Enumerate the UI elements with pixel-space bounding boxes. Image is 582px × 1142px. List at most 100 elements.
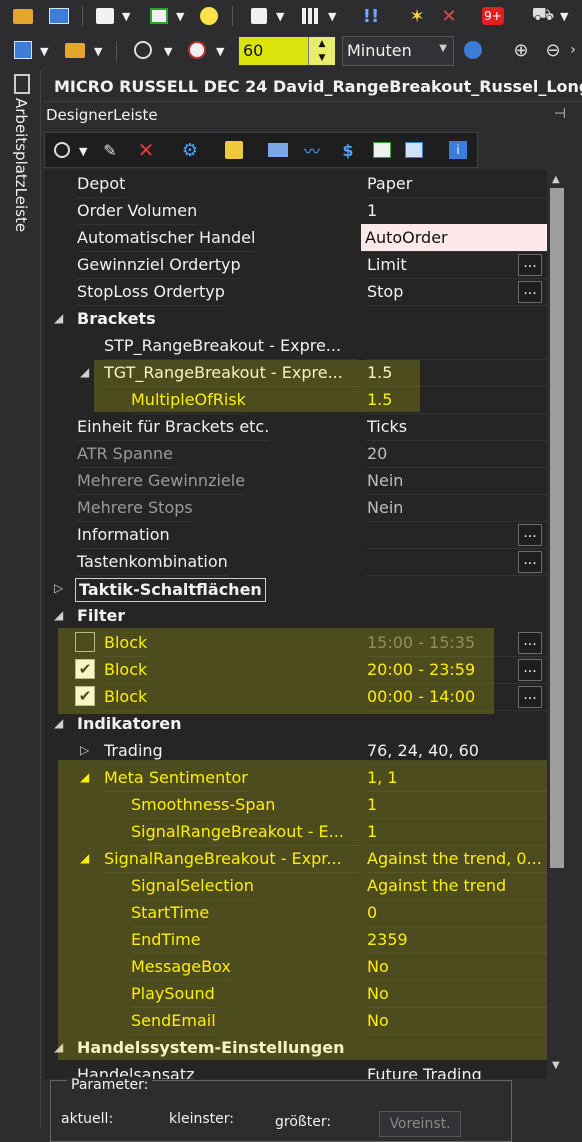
collapse-triangle-icon[interactable]: ◢ — [54, 602, 63, 629]
row-value[interactable]: Future Trading — [367, 1061, 547, 1079]
ellipsis-button[interactable]: ... — [518, 551, 542, 573]
grid-row-block-2[interactable]: ✔ Block 20:00 - 23:59 ... — [44, 656, 547, 684]
collapse-triangle-icon[interactable]: ◢ — [80, 845, 89, 872]
pin-icon[interactable]: ⊣ — [554, 106, 566, 122]
grid-row-signalrangebreakout[interactable]: ◢ SignalRangeBreakout - Expr... Against … — [44, 845, 547, 873]
grid-row-atr-spanne[interactable]: ATR Spanne 20 — [44, 440, 547, 468]
grid-row-starttime[interactable]: StartTime 0 — [44, 899, 547, 927]
bar-chart-icon[interactable] — [369, 137, 395, 163]
grid-row-trading[interactable]: ▷ Trading 76, 24, 40, 60 — [44, 737, 547, 765]
brush-icon[interactable]: ✎ — [97, 137, 123, 163]
clock-icon[interactable] — [196, 3, 222, 29]
block-checkbox[interactable]: ✔ — [75, 686, 95, 706]
info-icon[interactable]: i — [445, 137, 471, 163]
scrollbar-thumb[interactable] — [550, 188, 564, 868]
grid-row-signalrangebreakout-sub[interactable]: SignalRangeBreakout - E... 1 — [44, 818, 547, 846]
row-value[interactable]: 2359 — [367, 926, 547, 954]
grid-row-tastenkombination[interactable]: Tastenkombination ... — [44, 548, 547, 576]
more-icon[interactable]: › — [566, 37, 580, 63]
grid-row-endtime[interactable]: EndTime 2359 — [44, 926, 547, 954]
row-value[interactable]: Paper — [367, 170, 547, 198]
period-value-input[interactable]: 60 ▲ ▼ — [238, 36, 336, 66]
row-value[interactable]: 1, 1 — [367, 764, 547, 792]
strategy-icon[interactable] — [221, 137, 247, 163]
notifications-icon[interactable]: 9+ — [480, 3, 506, 29]
row-value[interactable]: 0 — [367, 899, 547, 927]
row-value[interactable]: 1 — [367, 818, 547, 846]
grid-row-messagebox[interactable]: MessageBox No — [44, 953, 547, 981]
voreinst-button[interactable]: Voreinst. — [379, 1111, 461, 1137]
signal-icon[interactable]: ✕ — [436, 3, 462, 29]
window-layout-icon[interactable] — [246, 3, 272, 29]
ellipsis-button[interactable]: ... — [518, 686, 542, 708]
chevron-down-icon[interactable]: ▼ — [560, 10, 568, 23]
line-chart-icon[interactable]: 〰 — [299, 137, 325, 163]
time-frame-icon[interactable] — [184, 37, 210, 63]
row-value[interactable]: Nein — [367, 494, 547, 522]
row-value[interactable]: No — [367, 953, 547, 981]
zoom-in-icon[interactable]: ⊕ — [508, 37, 534, 63]
spin-up-icon[interactable]: ▲ — [309, 37, 335, 51]
grid-row-smoothness-span[interactable]: Smoothness-Span 1 — [44, 791, 547, 819]
row-value[interactable]: Against the trend, 0... — [367, 845, 547, 873]
grid-row-tgt[interactable]: ◢ TGT_RangeBreakout - Expre... 1.5 — [44, 359, 547, 387]
add-indicator-icon[interactable] — [130, 37, 156, 63]
row-value[interactable]: 20 — [367, 440, 547, 468]
broker-icon[interactable] — [265, 137, 291, 163]
link-chart-icon[interactable] — [460, 37, 486, 63]
chevron-down-icon[interactable]: ▼ — [276, 10, 284, 23]
grid-row-stoploss-ordertyp[interactable]: StopLoss Ordertyp Stop ... — [44, 278, 547, 306]
expand-triangle-icon[interactable]: ▷ — [80, 737, 89, 764]
ellipsis-button[interactable]: ... — [518, 632, 542, 654]
block-checkbox[interactable] — [75, 632, 95, 652]
chevron-down-icon[interactable]: ▼ — [216, 45, 224, 58]
grid-row-gewinnziel-ordertyp[interactable]: Gewinnziel Ordertyp Limit ... — [44, 251, 547, 279]
row-value[interactable]: Nein — [367, 467, 547, 495]
ellipsis-button[interactable]: ... — [518, 281, 542, 303]
open-template-icon[interactable] — [62, 37, 88, 63]
grid-row-automatischer-handel[interactable]: Automatischer Handel AutoOrder — [44, 224, 547, 252]
row-value[interactable] — [367, 332, 547, 360]
row-value[interactable]: Against the trend — [367, 872, 547, 900]
category-indikatoren[interactable]: ◢ Indikatoren — [44, 710, 547, 737]
chevron-down-icon[interactable]: ▼ — [176, 10, 184, 23]
grid-row-depot[interactable]: Depot Paper — [44, 170, 547, 198]
workspace-icon[interactable] — [92, 3, 118, 29]
grid-row-order-volumen[interactable]: Order Volumen 1 — [44, 197, 547, 225]
ellipsis-button[interactable]: ... — [518, 254, 542, 276]
period-unit-select[interactable]: Minuten ▼ — [342, 36, 454, 66]
grid-row-information[interactable]: Information ... — [44, 521, 547, 549]
table-icon[interactable] — [298, 3, 324, 29]
grid-row-signalselection[interactable]: SignalSelection Against the trend — [44, 872, 547, 900]
open-folder-icon[interactable] — [10, 3, 36, 29]
settings-gear-icon[interactable]: ⚙ — [177, 137, 203, 163]
collapse-triangle-icon[interactable]: ◢ — [54, 710, 63, 737]
magic-wand-icon[interactable]: ✶ — [404, 3, 430, 29]
table-icon[interactable] — [401, 137, 427, 163]
grid-row-block-1[interactable]: Block 15:00 - 15:35 ... — [44, 629, 547, 657]
dollar-signal-icon[interactable]: $ — [335, 137, 361, 163]
scroll-up-icon[interactable]: ▲ — [552, 174, 560, 185]
chevron-down-icon[interactable]: ▼ — [94, 45, 102, 58]
grid-row-sendemail[interactable]: SendEmail No — [44, 1007, 547, 1035]
grid-row-mehrere-stops[interactable]: Mehrere Stops Nein — [44, 494, 547, 522]
expand-triangle-icon[interactable]: ▷ — [54, 575, 63, 602]
row-value[interactable]: 1 — [367, 197, 547, 225]
grid-row-mehrere-gewinnziele[interactable]: Mehrere Gewinnziele Nein — [44, 467, 547, 495]
chevron-down-icon[interactable]: ▼ — [79, 145, 87, 158]
row-value[interactable]: 1.5 — [367, 386, 547, 414]
grid-row-playsound[interactable]: PlaySound No — [44, 980, 547, 1008]
period-stepper[interactable]: ▲ ▼ — [308, 37, 335, 65]
row-value[interactable]: 1 — [367, 791, 547, 819]
chart-window-icon[interactable] — [146, 3, 172, 29]
collapse-triangle-icon[interactable]: ◢ — [80, 764, 89, 791]
row-value[interactable]: 1.5 — [367, 359, 547, 387]
collapse-triangle-icon[interactable]: ◢ — [54, 1034, 63, 1061]
zoom-out-icon[interactable]: ⊖ — [540, 37, 566, 63]
ellipsis-button[interactable]: ... — [518, 659, 542, 681]
collapse-triangle-icon[interactable]: ◢ — [80, 359, 89, 386]
chevron-down-icon[interactable]: ▼ — [122, 10, 130, 23]
category-taktik-schaltflaechen[interactable]: ▷ Taktik-Schaltflächen — [44, 575, 547, 602]
category-brackets[interactable]: ◢ Brackets — [44, 305, 547, 332]
shopping-cart-icon[interactable]: ⛟ — [530, 3, 556, 29]
